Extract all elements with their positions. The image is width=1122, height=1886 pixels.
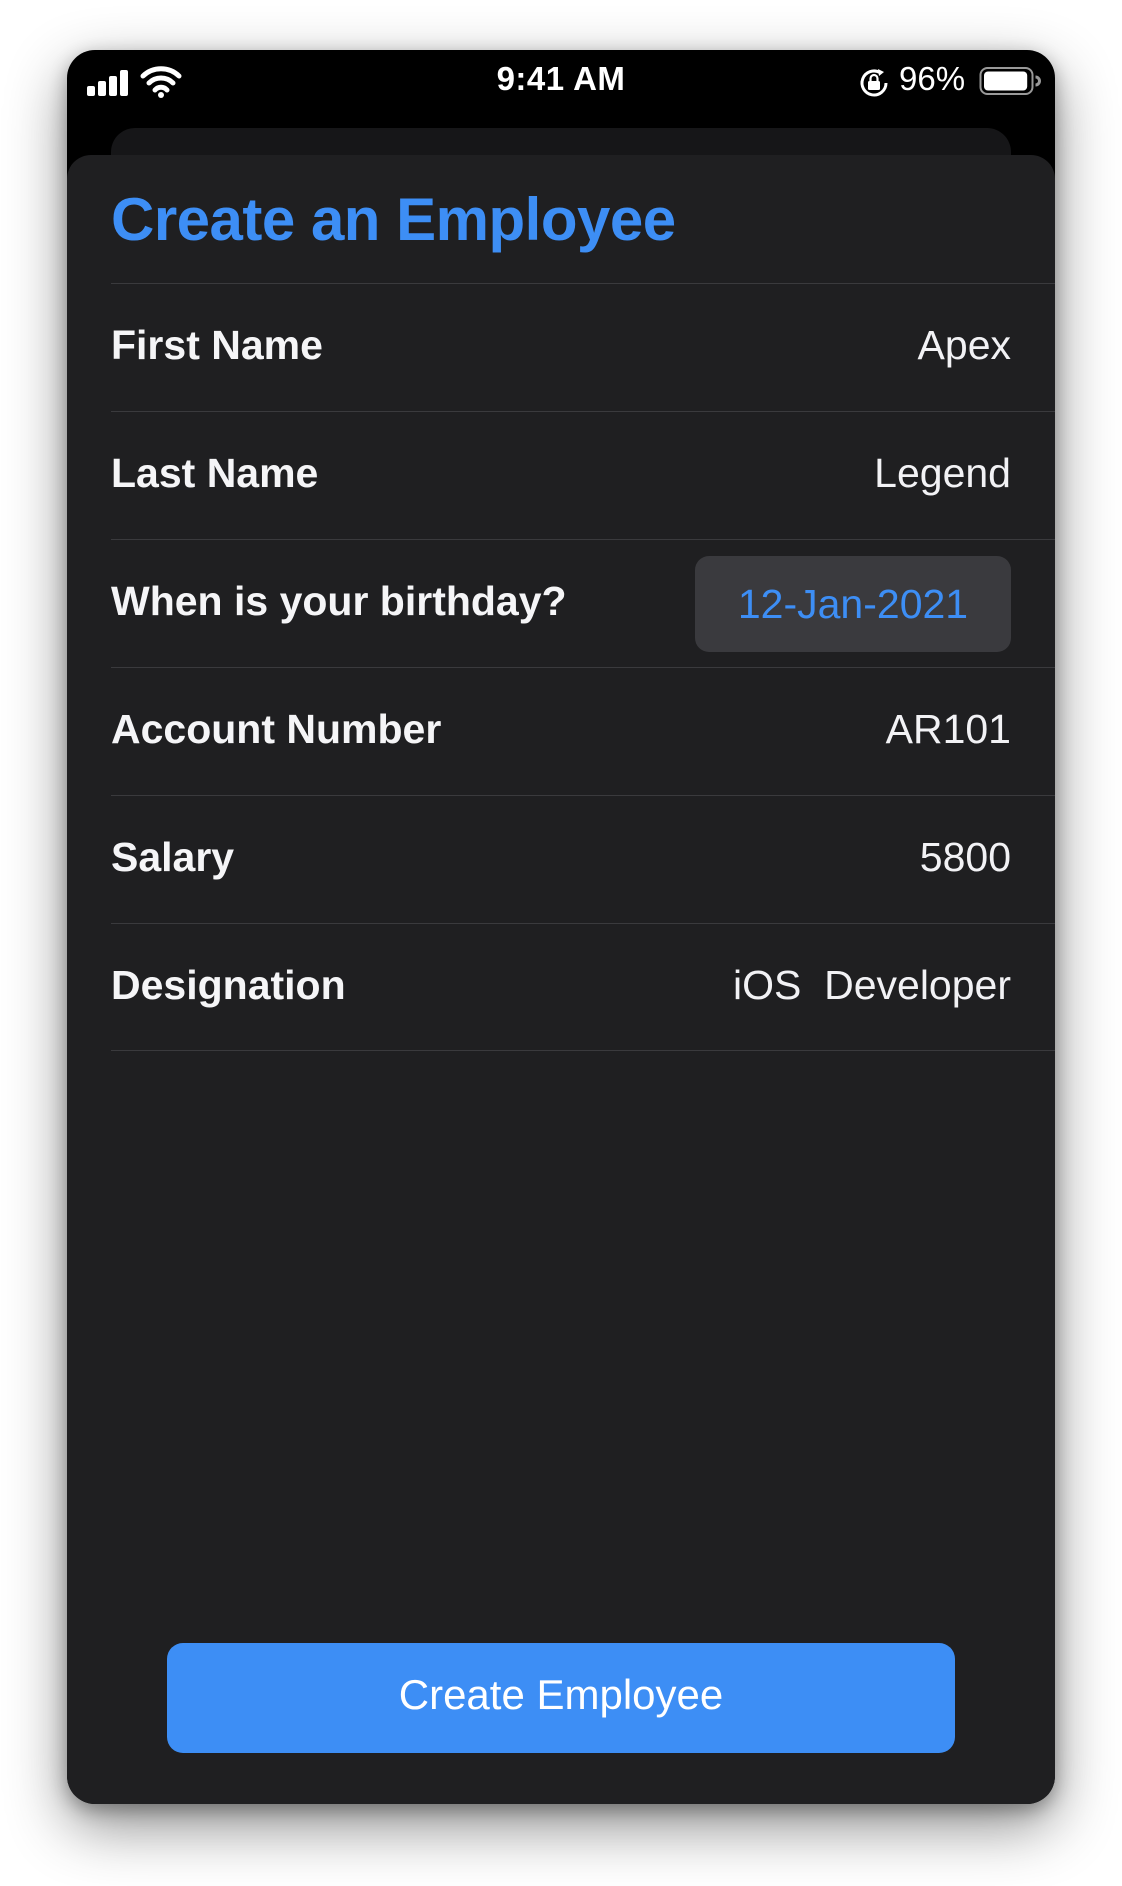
employee-form: First Name Apex Last Name Legend When is… <box>111 283 1055 1051</box>
salary-field[interactable]: 5800 <box>920 834 1011 881</box>
last-name-label: Last Name <box>111 450 319 496</box>
battery-percent: 96% <box>899 60 966 97</box>
designation-row: Designation iOS Developer <box>111 923 1055 1051</box>
battery-icon <box>979 67 1041 95</box>
create-employee-sheet: Create an Employee First Name Apex Last … <box>67 155 1055 1804</box>
last-name-field[interactable]: Legend <box>874 450 1011 497</box>
designation-field[interactable]: iOS Developer <box>733 962 1011 1009</box>
first-name-field[interactable]: Apex <box>918 322 1011 369</box>
create-employee-button[interactable]: Create Employee <box>167 1643 955 1753</box>
page-title: Create an Employee <box>111 186 676 253</box>
salary-label: Salary <box>111 834 235 880</box>
first-name-label: First Name <box>111 322 323 368</box>
orientation-lock-icon <box>860 69 888 97</box>
first-name-row: First Name Apex <box>111 283 1055 411</box>
salary-row: Salary 5800 <box>111 795 1055 923</box>
account-number-field[interactable]: AR101 <box>886 706 1011 753</box>
account-number-row: Account Number AR101 <box>111 667 1055 795</box>
phone-screen: 9:41 AM 96% Create an Employee First Nam… <box>67 50 1055 1804</box>
designation-label: Designation <box>111 962 346 1008</box>
birthday-row: When is your birthday? 12-Jan-2021 <box>111 539 1055 667</box>
last-name-row: Last Name Legend <box>111 411 1055 539</box>
status-bar: 9:41 AM 96% <box>67 50 1055 126</box>
account-number-label: Account Number <box>111 706 442 752</box>
birthday-date-picker[interactable]: 12-Jan-2021 <box>695 556 1011 652</box>
birthday-label: When is your birthday? <box>111 578 567 624</box>
